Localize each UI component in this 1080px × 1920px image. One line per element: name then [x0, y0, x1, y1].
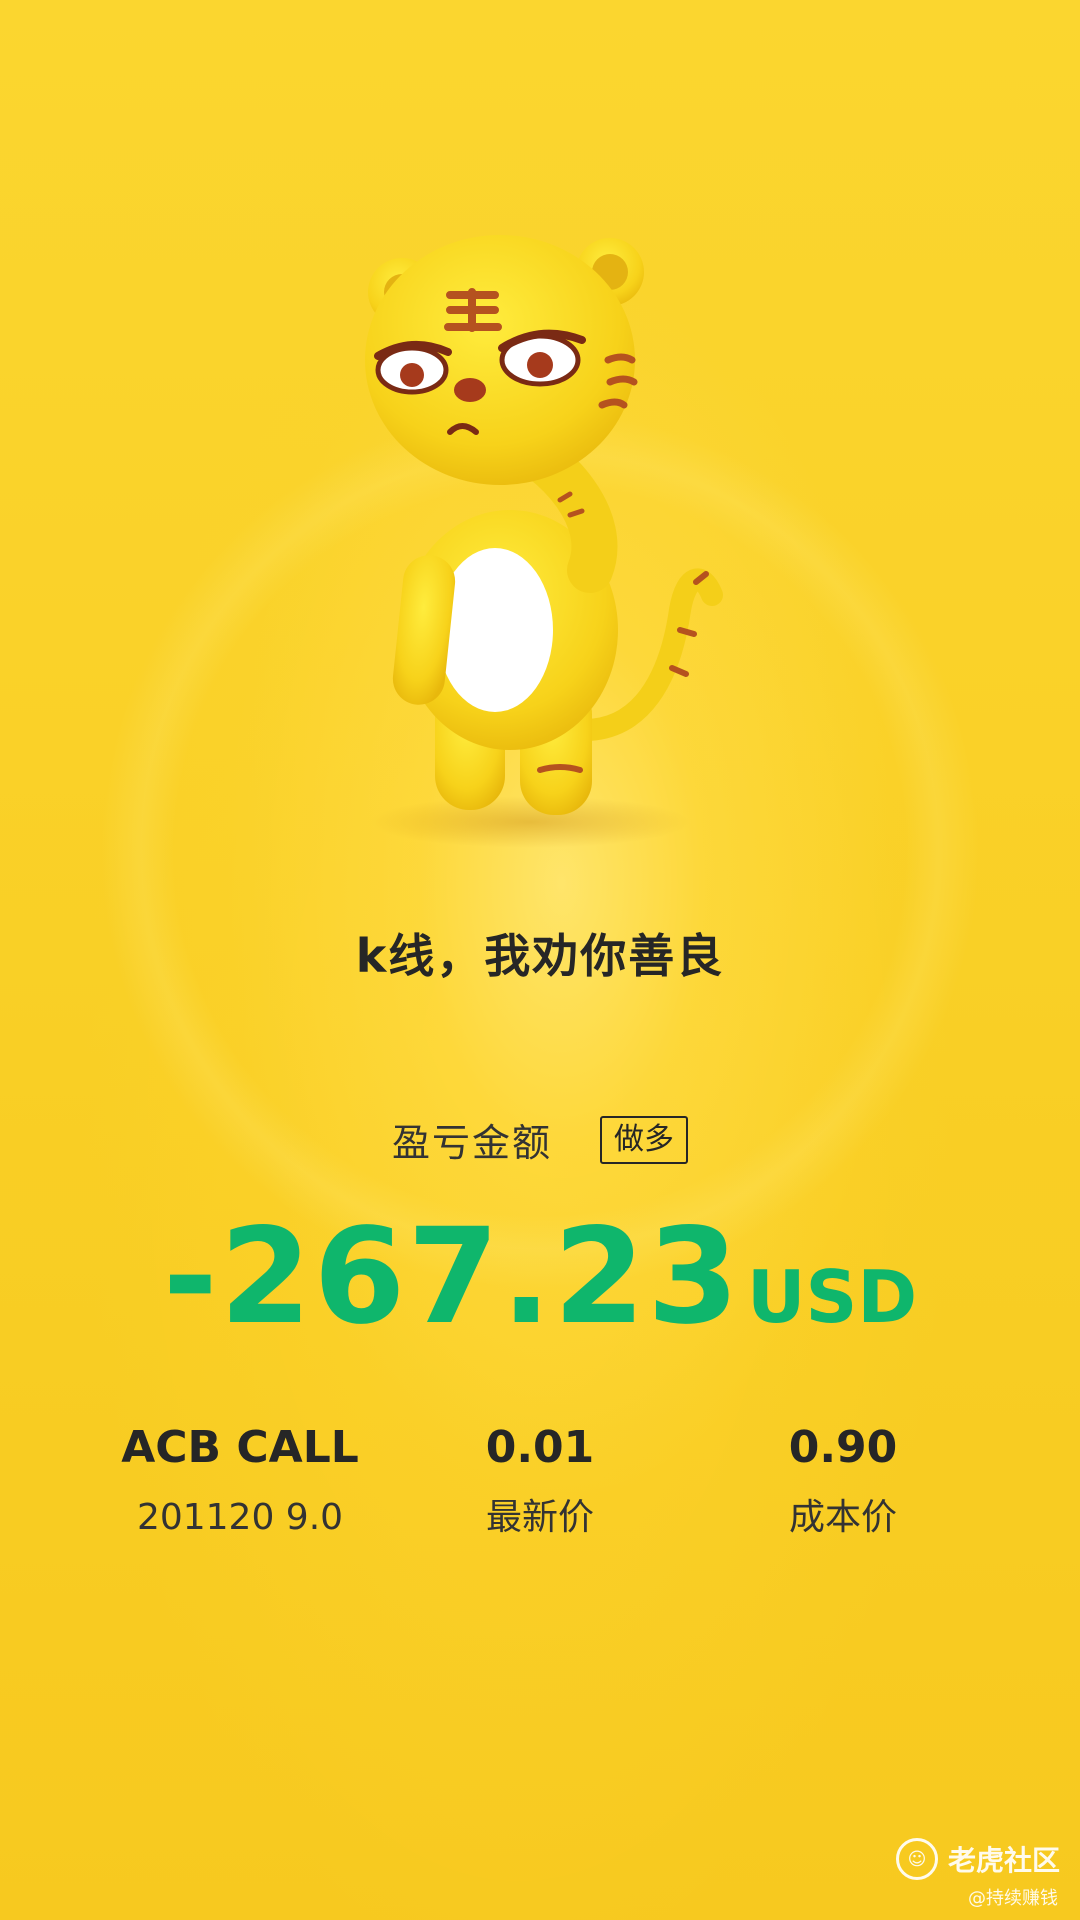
pnl-currency: USD [747, 1255, 918, 1339]
direction-badge: 做多 [600, 1115, 688, 1164]
symbol-value: ACB CALL [121, 1422, 359, 1473]
latest-price-value: 0.01 [485, 1422, 595, 1473]
pnl-label: 盈亏金额 [391, 1121, 552, 1165]
poster-headline: k线，我劝你善良 [355, 929, 725, 983]
pnl-value: -267.23USD [0, 1200, 1080, 1354]
latest-price-label: 最新价 [485, 1497, 594, 1538]
stat-cost-price: 0.90 成本价 [683, 1418, 1003, 1548]
cost-price-value: 0.90 [788, 1422, 898, 1473]
pnl-amount: -267.23 [162, 1200, 742, 1354]
cost-price-label: 成本价 [788, 1497, 897, 1538]
watermark-brand: 老虎社区 [947, 1844, 1060, 1877]
stat-symbol: ACB CALL 201120 9.0 [80, 1418, 400, 1548]
watermark: ☺ 老虎社区 [895, 1838, 1060, 1880]
pnl-label-row: 盈亏金额 做多 [0, 1112, 1080, 1167]
contract-value: 201120 9.0 [136, 1497, 344, 1538]
stat-latest-price: 0.01 最新价 [380, 1418, 700, 1548]
watermark-user: @持续赚钱 [968, 1888, 1058, 1909]
tiger-mascot-illustration [365, 235, 723, 848]
tiger-logo-icon: ☺ [895, 1838, 938, 1880]
